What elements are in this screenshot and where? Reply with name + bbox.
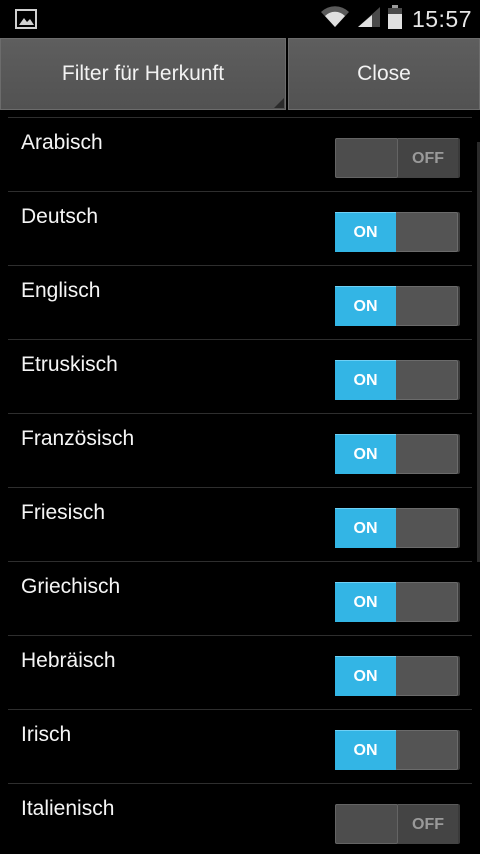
toggle-knob[interactable] bbox=[335, 138, 398, 178]
list-item[interactable]: Friesisch ON bbox=[0, 488, 480, 562]
list-item[interactable]: Etruskisch ON bbox=[0, 340, 480, 414]
filter-origin-label: Filter für Herkunft bbox=[61, 62, 225, 85]
language-toggle[interactable]: ON bbox=[335, 434, 460, 474]
language-toggle[interactable]: ON bbox=[335, 508, 460, 548]
list-item[interactable]: Deutsch ON bbox=[0, 192, 480, 266]
list-item[interactable]: Arabisch OFF bbox=[0, 118, 480, 192]
list-item-label: Etruskisch bbox=[21, 353, 118, 376]
image-notification-icon bbox=[15, 9, 37, 29]
toggle-state-label: ON bbox=[335, 730, 396, 770]
list-item[interactable]: Hebräisch ON bbox=[0, 636, 480, 710]
toggle-knob[interactable] bbox=[395, 508, 458, 548]
clock: 15:57 bbox=[411, 5, 472, 32]
toggle-state-label: ON bbox=[335, 360, 396, 400]
language-toggle[interactable]: OFF bbox=[335, 804, 460, 844]
top-button-bar: Filter für Herkunft Close bbox=[0, 38, 480, 112]
toggle-state-label: ON bbox=[335, 508, 396, 548]
list-item[interactable]: Englisch ON bbox=[0, 266, 480, 340]
toggle-knob[interactable] bbox=[395, 730, 458, 770]
battery-icon bbox=[387, 4, 402, 34]
toggle-state-label: ON bbox=[335, 286, 396, 326]
toggle-knob[interactable] bbox=[395, 360, 458, 400]
list-item-label: Irisch bbox=[21, 723, 72, 746]
language-toggle[interactable]: OFF bbox=[335, 138, 460, 178]
toggle-state-label: ON bbox=[335, 434, 396, 474]
list-item-label: Deutsch bbox=[21, 205, 99, 228]
language-toggle[interactable]: ON bbox=[335, 360, 460, 400]
signal-icon bbox=[356, 6, 382, 33]
list-item-label: Friesisch bbox=[21, 501, 106, 524]
list-item[interactable]: Griechisch ON bbox=[0, 562, 480, 636]
toggle-knob[interactable] bbox=[395, 286, 458, 326]
origin-list[interactable]: Arabisch OFF Deutsch ON Englisch ON Etruskisch… bbox=[0, 117, 480, 854]
status-bar: 15:57 bbox=[0, 0, 480, 38]
language-toggle[interactable]: ON bbox=[335, 212, 460, 252]
list-item-label: Arabisch bbox=[21, 131, 103, 154]
screen: 15:57 Filter für Herkunft Close Arabisch… bbox=[0, 0, 480, 854]
toggle-state-label: OFF bbox=[398, 804, 458, 844]
toggle-knob[interactable] bbox=[395, 656, 458, 696]
language-toggle[interactable]: ON bbox=[335, 582, 460, 622]
wifi-icon bbox=[320, 5, 350, 33]
toggle-state-label: ON bbox=[335, 656, 396, 696]
toggle-state-label: ON bbox=[335, 582, 396, 622]
close-label: Close bbox=[357, 62, 411, 85]
list-item-label: Englisch bbox=[21, 279, 101, 302]
toggle-knob[interactable] bbox=[395, 212, 458, 252]
toggle-knob[interactable] bbox=[395, 582, 458, 622]
language-toggle[interactable]: ON bbox=[335, 286, 460, 326]
toggle-state-label: ON bbox=[335, 212, 396, 252]
list-item[interactable]: Irisch ON bbox=[0, 710, 480, 784]
list-item-label: Italienisch bbox=[21, 797, 115, 820]
list-item-label: Hebräisch bbox=[21, 649, 116, 672]
language-toggle[interactable]: ON bbox=[335, 730, 460, 770]
list-item[interactable]: Italienisch OFF bbox=[0, 784, 480, 854]
list-item-label: Französisch bbox=[21, 427, 135, 450]
toggle-knob[interactable] bbox=[335, 804, 398, 844]
list-item-label: Griechisch bbox=[21, 575, 121, 598]
toggle-state-label: OFF bbox=[398, 138, 458, 178]
list-item[interactable]: Französisch ON bbox=[0, 414, 480, 488]
close-button[interactable]: Close bbox=[288, 38, 480, 110]
status-icons: 15:57 bbox=[320, 0, 472, 38]
toggle-knob[interactable] bbox=[395, 434, 458, 474]
dropdown-corner-icon bbox=[274, 98, 284, 108]
filter-origin-button[interactable]: Filter für Herkunft bbox=[0, 38, 286, 110]
language-toggle[interactable]: ON bbox=[335, 656, 460, 696]
